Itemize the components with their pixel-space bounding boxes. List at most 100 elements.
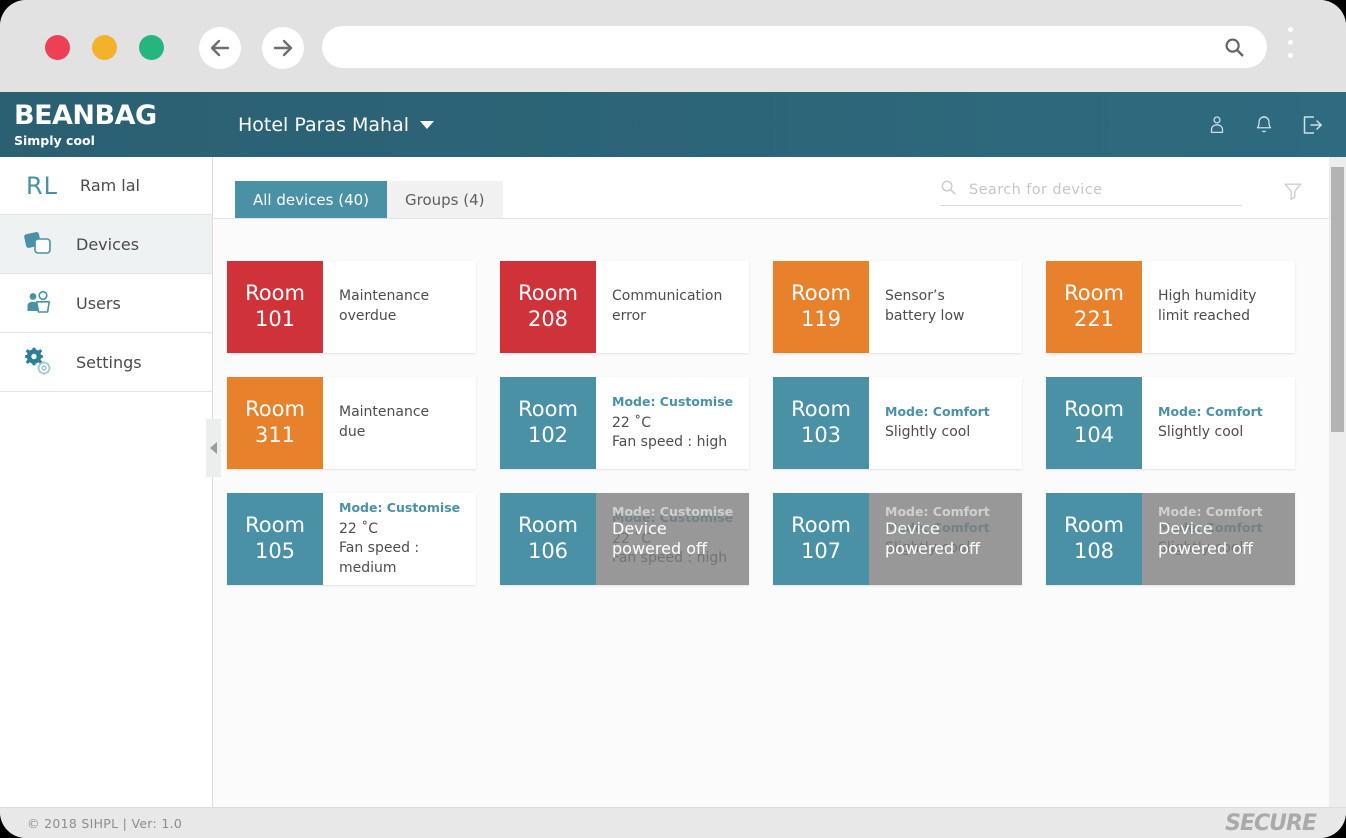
minimize-window-button[interactable] bbox=[92, 35, 117, 60]
room-label: Room bbox=[518, 397, 578, 422]
device-status-line: overdue bbox=[339, 308, 397, 324]
device-card[interactable]: Room107Mode: ComfortSlightly coolMode: C… bbox=[773, 493, 1022, 585]
copyright-text: © 2018 SIHPL | Ver: 1.0 bbox=[27, 815, 183, 831]
device-status: Mode: Comfort Slightly cool bbox=[1142, 377, 1295, 469]
room-number: 106 bbox=[527, 539, 569, 563]
user-icon[interactable] bbox=[1206, 114, 1228, 136]
search-icon bbox=[940, 179, 957, 200]
forward-button[interactable] bbox=[262, 27, 304, 69]
main-panel: All devices (40) Groups (4) Search for d… bbox=[213, 157, 1346, 807]
property-selector[interactable]: Hotel Paras Mahal bbox=[238, 114, 435, 136]
device-card[interactable]: Room106Mode: Customise22 ˚CFan speed : h… bbox=[500, 493, 749, 585]
device-status: High humidity limit reached bbox=[1142, 261, 1295, 353]
room-number: 119 bbox=[800, 307, 842, 331]
device-mode: Mode: Comfort bbox=[885, 504, 990, 519]
device-status-line: due bbox=[339, 424, 366, 440]
device-card[interactable]: Room 208 Communication error bbox=[500, 261, 749, 353]
device-status-line: Maintenance bbox=[339, 288, 430, 305]
device-status-line: Maintenance bbox=[339, 404, 430, 421]
room-number: 208 bbox=[527, 307, 569, 331]
scrollbar-thumb[interactable] bbox=[1331, 167, 1344, 432]
powered-off-text: powered off bbox=[885, 539, 980, 558]
vertical-scrollbar[interactable] bbox=[1329, 157, 1346, 807]
window-controls bbox=[45, 35, 164, 60]
device-mode: Mode: Comfort bbox=[1158, 504, 1263, 519]
device-card-grid: Room 101 Maintenance overdue Room 208 Communic… bbox=[213, 219, 1303, 585]
device-status: Sensor’s battery low bbox=[869, 261, 1022, 353]
room-label: Room bbox=[245, 281, 305, 306]
chevron-left-icon bbox=[210, 442, 217, 454]
device-mode: Mode: Comfort bbox=[1158, 403, 1263, 419]
room-label: Room bbox=[245, 513, 305, 538]
menu-dot bbox=[1288, 27, 1293, 32]
device-card[interactable]: Room 104 Mode: Comfort Slightly cool bbox=[1046, 377, 1295, 469]
filter-button[interactable] bbox=[1282, 180, 1304, 206]
close-window-button[interactable] bbox=[45, 35, 70, 60]
sidebar-item-label: Devices bbox=[76, 234, 140, 254]
sidebar-item-users[interactable]: Users bbox=[0, 274, 212, 333]
sidebar-user[interactable]: RL Ram lal bbox=[0, 157, 212, 215]
room-number: 104 bbox=[1073, 423, 1115, 447]
logout-icon[interactable] bbox=[1300, 113, 1324, 137]
room-number: 103 bbox=[800, 423, 842, 447]
room-label: Room bbox=[1064, 281, 1124, 306]
devices-icon bbox=[22, 230, 56, 258]
device-mode: Mode: Customise bbox=[612, 393, 734, 409]
device-status-line: Slightly cool bbox=[1158, 424, 1244, 441]
tab-label: Groups (4) bbox=[405, 190, 485, 209]
powered-off-overlay: Mode: Comfort Device powered off bbox=[1142, 493, 1295, 585]
device-room-tile: Room 208 bbox=[500, 261, 596, 353]
device-card[interactable]: Room 102 Mode: Customise 22 ˚C Fan speed : h… bbox=[500, 377, 749, 469]
device-status-line: limit reached bbox=[1158, 308, 1250, 324]
arrow-left-icon bbox=[210, 39, 230, 57]
device-card[interactable]: Room 311 Maintenance due bbox=[227, 377, 476, 469]
device-room-tile: Room 101 bbox=[227, 261, 323, 353]
app-footer: © 2018 SIHPL | Ver: 1.0 SECURE bbox=[0, 807, 1346, 838]
device-room-tile: Room 221 bbox=[1046, 261, 1142, 353]
room-label: Room bbox=[791, 397, 851, 422]
room-label: Room bbox=[518, 513, 578, 538]
room-number: 102 bbox=[527, 423, 569, 447]
device-room-tile: Room 108 bbox=[1046, 493, 1142, 585]
tab-groups[interactable]: Groups (4) bbox=[387, 181, 503, 218]
device-status-line: High humidity bbox=[1158, 288, 1257, 305]
sidebar: RL Ram lal Devices Users Settings bbox=[0, 157, 213, 807]
back-button[interactable] bbox=[199, 27, 241, 69]
device-card[interactable]: Room 221 High humidity limit reached bbox=[1046, 261, 1295, 353]
device-status-line: 22 ˚C bbox=[339, 520, 379, 537]
room-number: 311 bbox=[254, 423, 296, 447]
bell-icon[interactable] bbox=[1253, 114, 1275, 136]
powered-off-overlay: Mode: Comfort Device powered off bbox=[869, 493, 1022, 585]
menu-dot bbox=[1288, 53, 1293, 58]
search-input[interactable] bbox=[969, 181, 1224, 198]
search-field[interactable] bbox=[940, 179, 1242, 206]
device-status: Communication error bbox=[596, 261, 749, 353]
room-number: 101 bbox=[254, 307, 296, 331]
sidebar-item-devices[interactable]: Devices bbox=[0, 215, 212, 274]
device-status: Mode: Customise 22 ˚C Fan speed : medium bbox=[323, 493, 476, 585]
address-bar[interactable] bbox=[322, 26, 1267, 68]
device-status-line: Slightly cool bbox=[885, 424, 971, 441]
device-room-tile: Room 102 bbox=[500, 377, 596, 469]
sidebar-item-settings[interactable]: Settings bbox=[0, 333, 212, 392]
users-icon bbox=[22, 289, 56, 317]
search-icon bbox=[1223, 36, 1245, 62]
device-card[interactable]: Room 101 Maintenance overdue bbox=[227, 261, 476, 353]
room-label: Room bbox=[791, 513, 851, 538]
room-label: Room bbox=[245, 397, 305, 422]
powered-off-text: Device bbox=[885, 519, 940, 538]
app-body: RL Ram lal Devices Users Settings All de… bbox=[0, 157, 1346, 807]
powered-off-text: powered off bbox=[1158, 539, 1253, 558]
device-status: Mode: Customise 22 ˚C Fan speed : high bbox=[596, 377, 749, 469]
tab-all-devices[interactable]: All devices (40) bbox=[235, 181, 388, 218]
device-card[interactable]: Room 105 Mode: Customise 22 ˚C Fan speed : m… bbox=[227, 493, 476, 585]
maximize-window-button[interactable] bbox=[139, 35, 164, 60]
sidebar-collapse-handle[interactable] bbox=[206, 419, 221, 477]
device-card[interactable]: Room 103 Mode: Comfort Slightly cool bbox=[773, 377, 1022, 469]
device-room-tile: Room 103 bbox=[773, 377, 869, 469]
room-label: Room bbox=[791, 281, 851, 306]
browser-menu-button[interactable] bbox=[1288, 27, 1296, 66]
device-card[interactable]: Room 119 Sensor’s battery low bbox=[773, 261, 1022, 353]
device-card[interactable]: Room108Mode: ComfortSlightly coolMode: C… bbox=[1046, 493, 1295, 585]
device-room-tile: Room 106 bbox=[500, 493, 596, 585]
